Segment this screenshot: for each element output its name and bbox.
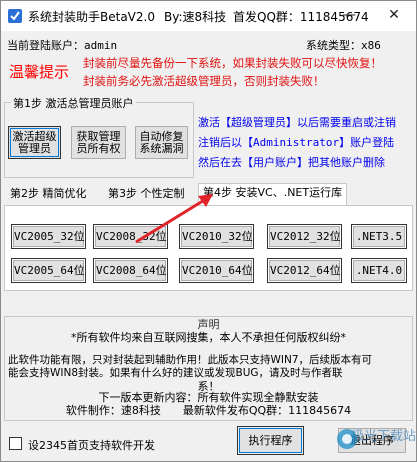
window-author: By:速8科技 [164, 10, 227, 24]
notice-credits: 软件制作：速8科技 最新软件发布QQ群：111845674 [65, 404, 352, 417]
vc2005-32-button[interactable]: VC2005_32位 [11, 224, 86, 249]
set-homepage-label: 设2345首页支持软件开发 [28, 439, 155, 452]
current-user-label: 当前登陆账户：admin [7, 39, 118, 52]
minimize-button[interactable]: — [326, 1, 372, 31]
watermark-text: 极光下载站 [351, 429, 417, 444]
window-title: 系统封装助手BetaV2.0 [28, 10, 155, 24]
step1-note-restart: 激活【超级管理员】以后需要重启或注销 [198, 116, 396, 129]
step1-note-login: 注销后以【Administrator】账户登陆 [198, 136, 395, 149]
get-admin-ownership-button[interactable]: 获取管理 员所有权 [71, 126, 126, 159]
auto-repair-vulnerabilities-button[interactable]: 自动修复 系统漏洞 [135, 126, 188, 159]
notice-panel: 声明 *所有软件均来自互联网搜集，本人不承担任何版权纠纷* 此软件功能有限，只对… [4, 316, 413, 421]
tab-step3-customize[interactable]: 第3步 个性定制 [104, 185, 189, 205]
warm-tip-heading: 温馨提示 [9, 63, 70, 81]
tab-step4-runtimes[interactable]: 第4步 安装VC、.NET运行库 [198, 183, 348, 206]
run-program-button[interactable]: 执行程序 [237, 426, 304, 455]
title-bar: 系统封装助手BetaV2.0 By:速8科技 首发QQ群：111845674 —… [1, 1, 416, 31]
tip-activate-admin: 封装前务必先激活超级管理员，否则封装失败！ [83, 74, 325, 88]
app-icon [8, 9, 22, 23]
system-type-label: 系统类型：x86 [306, 39, 381, 52]
activate-super-admin-button[interactable]: 激活超级 管理员 [8, 126, 61, 159]
vc2008-64-button[interactable]: VC2008_64位 [93, 258, 168, 283]
main-window: 系统封装助手BetaV2.0 By:速8科技 首发QQ群：111845674 —… [0, 0, 417, 462]
dotnet40-button[interactable]: .NET4.0 [351, 258, 407, 283]
step1-note-delete-accounts: 然后在去【用户账户】把其他账户删除 [198, 156, 385, 169]
vc2005-64-button[interactable]: VC2005_64位 [11, 258, 86, 283]
set-homepage-checkbox[interactable] [9, 437, 22, 450]
tab-step2-optimize[interactable]: 第2步 精简优化 [6, 185, 91, 205]
vc2010-64-button[interactable]: VC2010_64位 [179, 258, 254, 283]
close-button[interactable]: ✕ [371, 1, 416, 31]
dotnet35-button[interactable]: .NET3.5 [351, 224, 407, 249]
step1-title: 第1步 激活总管理员账户 [11, 95, 136, 111]
vc2010-32-button[interactable]: VC2010_32位 [179, 224, 254, 249]
vc2012-32-button[interactable]: VC2012_32位 [267, 224, 342, 249]
notice-copyright-line: *所有软件均来自互联网搜集，本人不承担任何版权纠纷* [71, 331, 346, 344]
vc2012-64-button[interactable]: VC2012_64位 [267, 258, 342, 283]
tip-backup: 封装前尽量先备份一下系统，如果封装失败可以尽快恢复！ [83, 56, 382, 70]
vc2008-32-button[interactable]: VC2008_32位 [93, 224, 168, 249]
